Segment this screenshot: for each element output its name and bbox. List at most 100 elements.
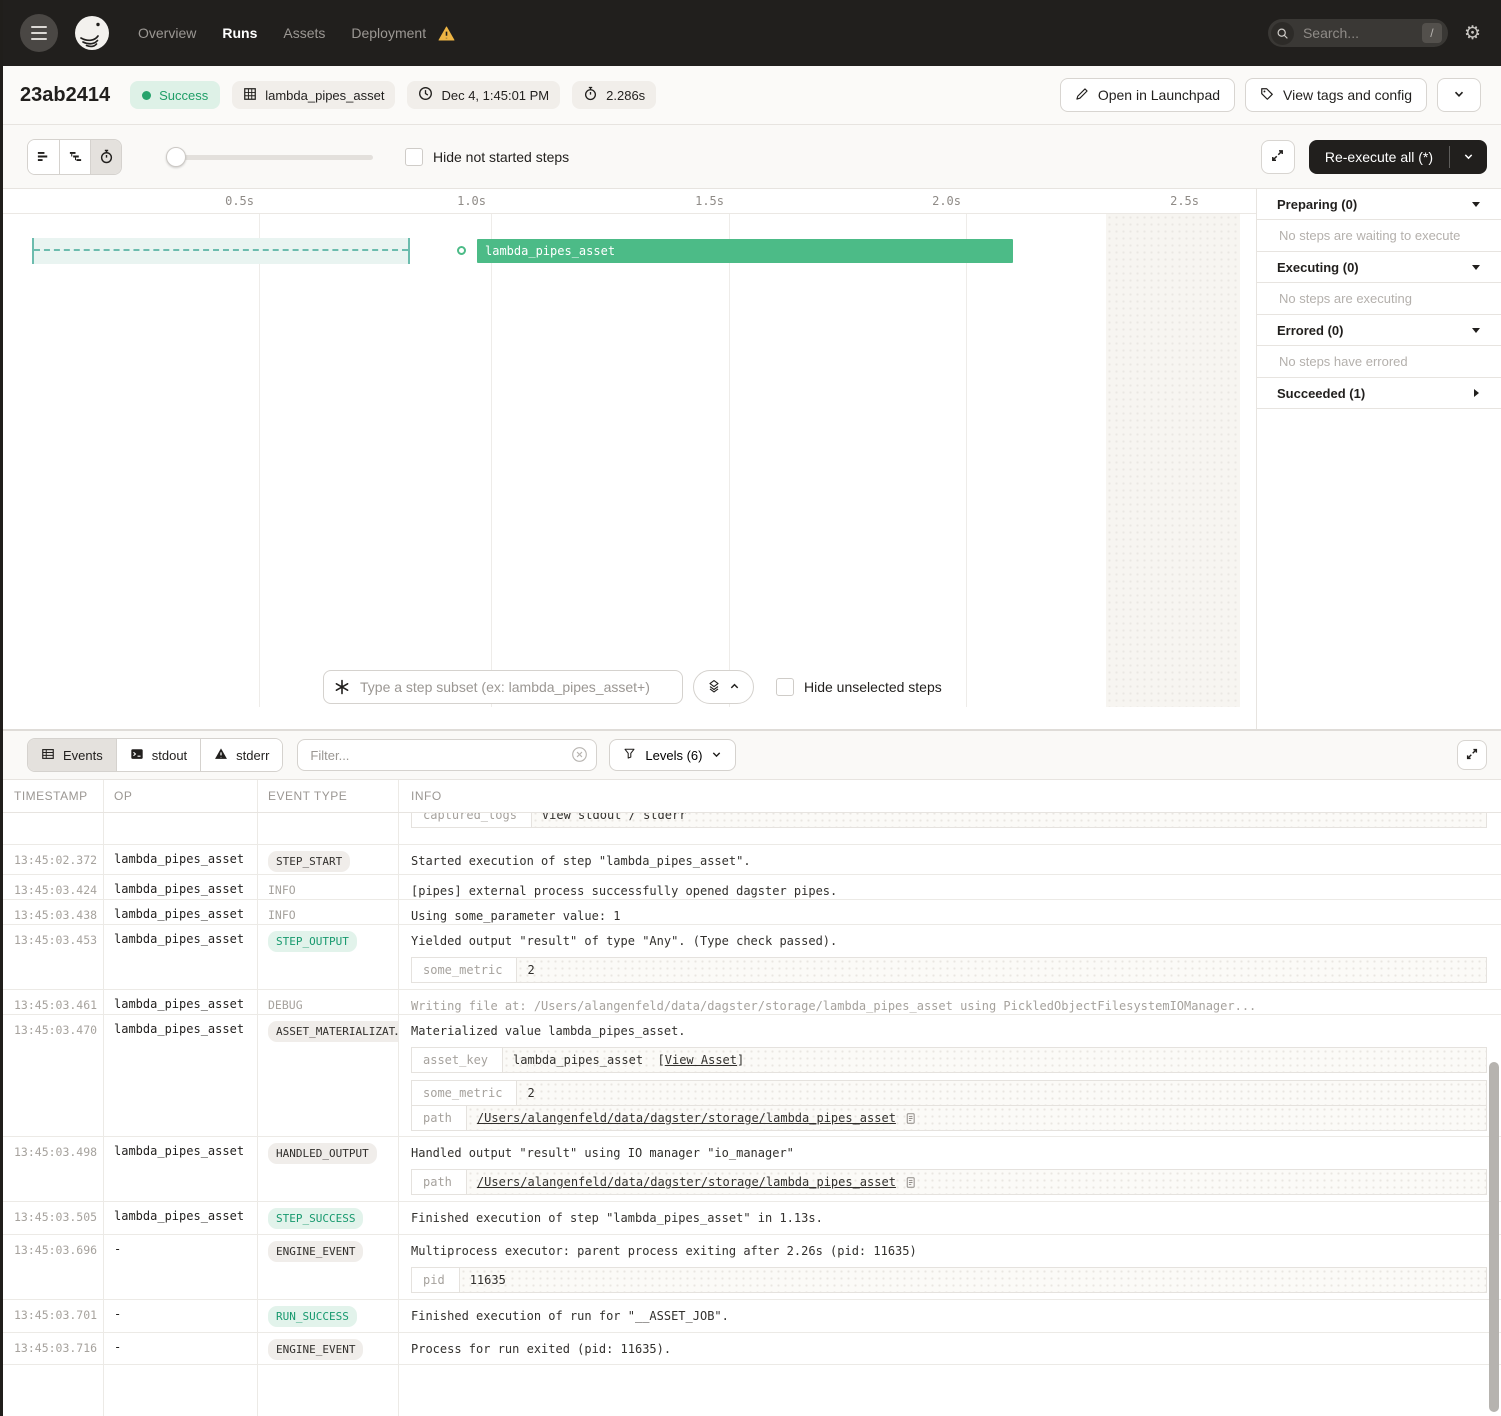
log-row[interactable]: 13:45:03.470lambda_pipes_assetASSET_MATE…: [0, 1015, 1501, 1137]
layers-icon: [707, 679, 721, 696]
hide-unselected-checkbox-row[interactable]: Hide unselected steps: [776, 678, 942, 696]
log-row[interactable]: 13:45:03.453lambda_pipes_assetSTEP_OUTPU…: [0, 925, 1501, 990]
copy-icon[interactable]: [904, 1112, 917, 1125]
metadata-key: some_metric: [412, 958, 517, 982]
search-icon: [1271, 22, 1294, 45]
log-op: lambda_pipes_asset: [104, 990, 258, 1014]
run-tag[interactable]: lambda_pipes_asset: [232, 81, 395, 109]
zoom-slider[interactable]: [166, 146, 373, 168]
caret-down-icon: [1471, 197, 1481, 212]
copy-icon[interactable]: [904, 1176, 917, 1189]
terminal-icon: [130, 747, 144, 764]
step-subset-input[interactable]: [323, 670, 683, 704]
axis-tick-label: 2.5s: [1170, 194, 1204, 208]
nav-item-deployment[interactable]: Deployment: [351, 25, 426, 41]
run-tag[interactable]: Dec 4, 1:45:01 PM: [407, 81, 560, 109]
event-type-badge: DEBUG: [268, 996, 303, 1012]
table-icon: [41, 747, 55, 764]
metadata-key: asset_key: [412, 1048, 503, 1072]
grid-icon: [243, 87, 257, 104]
event-type-badge: STEP_SUCCESS: [268, 1208, 363, 1229]
gantt-step-bar[interactable]: lambda_pipes_asset: [477, 239, 1013, 263]
tab-stderr[interactable]: stderr: [200, 739, 282, 771]
hide-not-started-checkbox[interactable]: [405, 148, 423, 166]
clear-filter-icon[interactable]: [571, 746, 588, 768]
dagster-logo-icon[interactable]: [70, 11, 114, 55]
reexecute-caret-icon[interactable]: [1450, 140, 1487, 174]
event-type-badge: INFO: [268, 881, 296, 897]
log-op: lambda_pipes_asset: [104, 875, 258, 899]
metadata-value: /Users/alangenfeld/data/dagster/storage/…: [467, 1106, 1486, 1130]
chevron-up-icon: [729, 680, 740, 695]
search-placeholder: Search...: [1303, 25, 1422, 41]
hide-unselected-checkbox[interactable]: [776, 678, 794, 696]
log-message: Materialized value lambda_pipes_asset.: [411, 1022, 1487, 1040]
step-layers-button[interactable]: [693, 670, 754, 704]
nav-item-assets[interactable]: Assets: [283, 25, 325, 41]
sidebar-section-header[interactable]: Executing (0): [1257, 252, 1501, 283]
nav-item-overview[interactable]: Overview: [138, 25, 196, 41]
tab-events[interactable]: Events: [28, 739, 116, 771]
sidebar-section-header[interactable]: Errored (0): [1257, 315, 1501, 346]
sidebar-section-header[interactable]: Preparing (0): [1257, 189, 1501, 220]
log-row[interactable]: 13:45:03.716-ENGINE_EVENTProcess for run…: [0, 1333, 1501, 1365]
step-waiting-region: [32, 238, 410, 264]
log-row-empty: [0, 1365, 1501, 1416]
log-op: -: [104, 1235, 258, 1299]
log-row[interactable]: 13:45:03.696-ENGINE_EVENTMultiprocess ex…: [0, 1235, 1501, 1300]
status-label: Success: [159, 88, 208, 103]
metadata-value: 2: [517, 1081, 1486, 1105]
metadata-value: lambda_pipes_asset [View Asset]: [503, 1048, 1486, 1072]
view-mode-flat-icon[interactable]: [28, 140, 59, 174]
run-id: 23ab2414: [20, 84, 110, 107]
nav-item-runs[interactable]: Runs: [222, 25, 257, 41]
column-header: EVENT TYPE: [258, 780, 399, 812]
column-header: INFO: [399, 780, 1501, 812]
sidebar-section-header[interactable]: Succeeded (1): [1257, 378, 1501, 409]
log-scrollbar[interactable]: [1489, 1062, 1499, 1412]
gear-icon[interactable]: ⚙: [1464, 24, 1481, 43]
log-filter-input[interactable]: [297, 739, 597, 771]
log-expand-button[interactable]: [1457, 740, 1487, 770]
axis-tick-label: 0.5s: [225, 194, 259, 208]
gridline: [729, 214, 730, 707]
view-mode-timing-icon[interactable]: [90, 140, 121, 174]
log-row[interactable]: 13:45:03.438lambda_pipes_assetINFOUsing …: [0, 900, 1501, 925]
run-more-actions-button[interactable]: [1437, 78, 1481, 112]
log-timestamp: 13:45:03.453: [0, 925, 104, 989]
window-edge: [0, 0, 3, 1416]
view-tags-config-button[interactable]: View tags and config: [1245, 78, 1427, 112]
view-mode-waterfall-icon[interactable]: [59, 140, 90, 174]
log-row[interactable]: 13:45:03.461lambda_pipes_assetDEBUGWriti…: [0, 990, 1501, 1015]
slider-handle[interactable]: [166, 147, 186, 167]
metadata-link[interactable]: /Users/alangenfeld/data/dagster/storage/…: [477, 1175, 896, 1189]
log-row[interactable]: 13:45:03.424lambda_pipes_assetINFO[pipes…: [0, 875, 1501, 900]
open-in-launchpad-button[interactable]: Open in Launchpad: [1060, 78, 1235, 112]
pencil-icon: [1075, 87, 1089, 104]
step-start-marker-icon: [457, 246, 466, 255]
reexecute-all-button[interactable]: Re-execute all (*): [1309, 140, 1487, 174]
run-tag[interactable]: 2.286s: [572, 81, 656, 109]
log-message: Finished execution of step "lambda_pipes…: [411, 1209, 1487, 1227]
menu-icon[interactable]: [20, 14, 58, 52]
log-toolbar: Eventsstdoutstderr Levels (6): [0, 731, 1501, 780]
log-row[interactable]: 13:45:02.372lambda_pipes_assetSTEP_START…: [0, 845, 1501, 875]
log-row[interactable]: 13:45:03.505lambda_pipes_assetSTEP_SUCCE…: [0, 1202, 1501, 1235]
log-row[interactable]: 13:45:03.498lambda_pipes_assetHANDLED_OU…: [0, 1137, 1501, 1202]
warning-icon: [214, 747, 228, 764]
hide-not-started-checkbox-row[interactable]: Hide not started steps: [405, 148, 569, 166]
gantt-expand-button[interactable]: [1261, 140, 1295, 174]
expand-icon: [1270, 148, 1285, 166]
metadata-link[interactable]: View Asset: [665, 1053, 737, 1067]
log-message: Finished execution of run for "__ASSET_J…: [411, 1307, 1487, 1325]
clock-icon: [418, 86, 433, 104]
log-op: lambda_pipes_asset: [104, 1202, 258, 1234]
search-input[interactable]: Search... /: [1268, 19, 1448, 47]
metadata-link[interactable]: View stdout / stderr: [542, 813, 687, 822]
log-row[interactable]: 13:45:03.701-RUN_SUCCESSFinished executi…: [0, 1300, 1501, 1333]
levels-filter-button[interactable]: Levels (6): [609, 739, 736, 771]
metadata-key: some_metric: [412, 1081, 517, 1105]
metadata-link[interactable]: /Users/alangenfeld/data/dagster/storage/…: [477, 1111, 896, 1125]
tab-stdout[interactable]: stdout: [116, 739, 200, 771]
log-row[interactable]: captured_logsView stdout / stderr: [0, 813, 1501, 845]
